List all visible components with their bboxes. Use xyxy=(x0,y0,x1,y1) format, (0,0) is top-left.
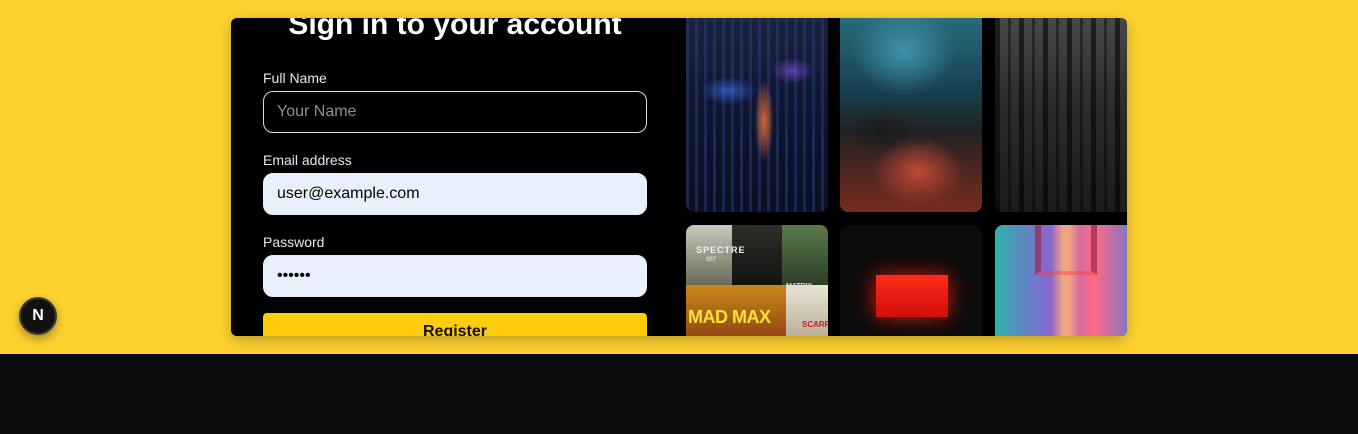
poster-text-007: 007 xyxy=(706,257,717,263)
full-name-input[interactable] xyxy=(263,91,647,133)
auth-card: Sign in to your account Full Name Email … xyxy=(231,18,1127,336)
poster-dark xyxy=(732,225,782,285)
register-form: Sign in to your account Full Name Email … xyxy=(231,18,686,336)
poster-text-matrix: MATRIX xyxy=(786,283,813,290)
dev-indicator-letter: N xyxy=(32,307,44,324)
gallery-image-city-night xyxy=(686,18,828,212)
poster-matrix xyxy=(782,225,828,285)
full-name-label: Full Name xyxy=(263,70,327,86)
password-input[interactable] xyxy=(263,255,647,297)
gallery-image-dark-forest xyxy=(995,18,1127,212)
next-js-dev-indicator-icon[interactable]: N xyxy=(19,297,57,335)
corridor-arch xyxy=(1035,225,1097,275)
email-input[interactable] xyxy=(263,173,647,215)
password-label: Password xyxy=(263,234,325,250)
page-title: Sign in to your account xyxy=(288,18,622,41)
gallery-image-ink-smoke xyxy=(840,18,982,212)
gallery-image-cinema-screen xyxy=(840,225,982,336)
gallery-image-movie-posters: SPECTRE 007 MATRIX MAD MAX SCARF xyxy=(686,225,828,336)
register-button[interactable]: Register xyxy=(263,313,647,336)
gallery-image-neon-corridor xyxy=(995,225,1127,336)
poster-text-spectre: SPECTRE xyxy=(696,245,746,255)
email-label: Email address xyxy=(263,152,352,168)
poster-spectre xyxy=(686,225,732,285)
poster-text-scarface: SCARF xyxy=(802,320,828,329)
poster-text-madmax: MAD MAX xyxy=(688,307,771,327)
cinema-red-screen xyxy=(876,275,948,317)
